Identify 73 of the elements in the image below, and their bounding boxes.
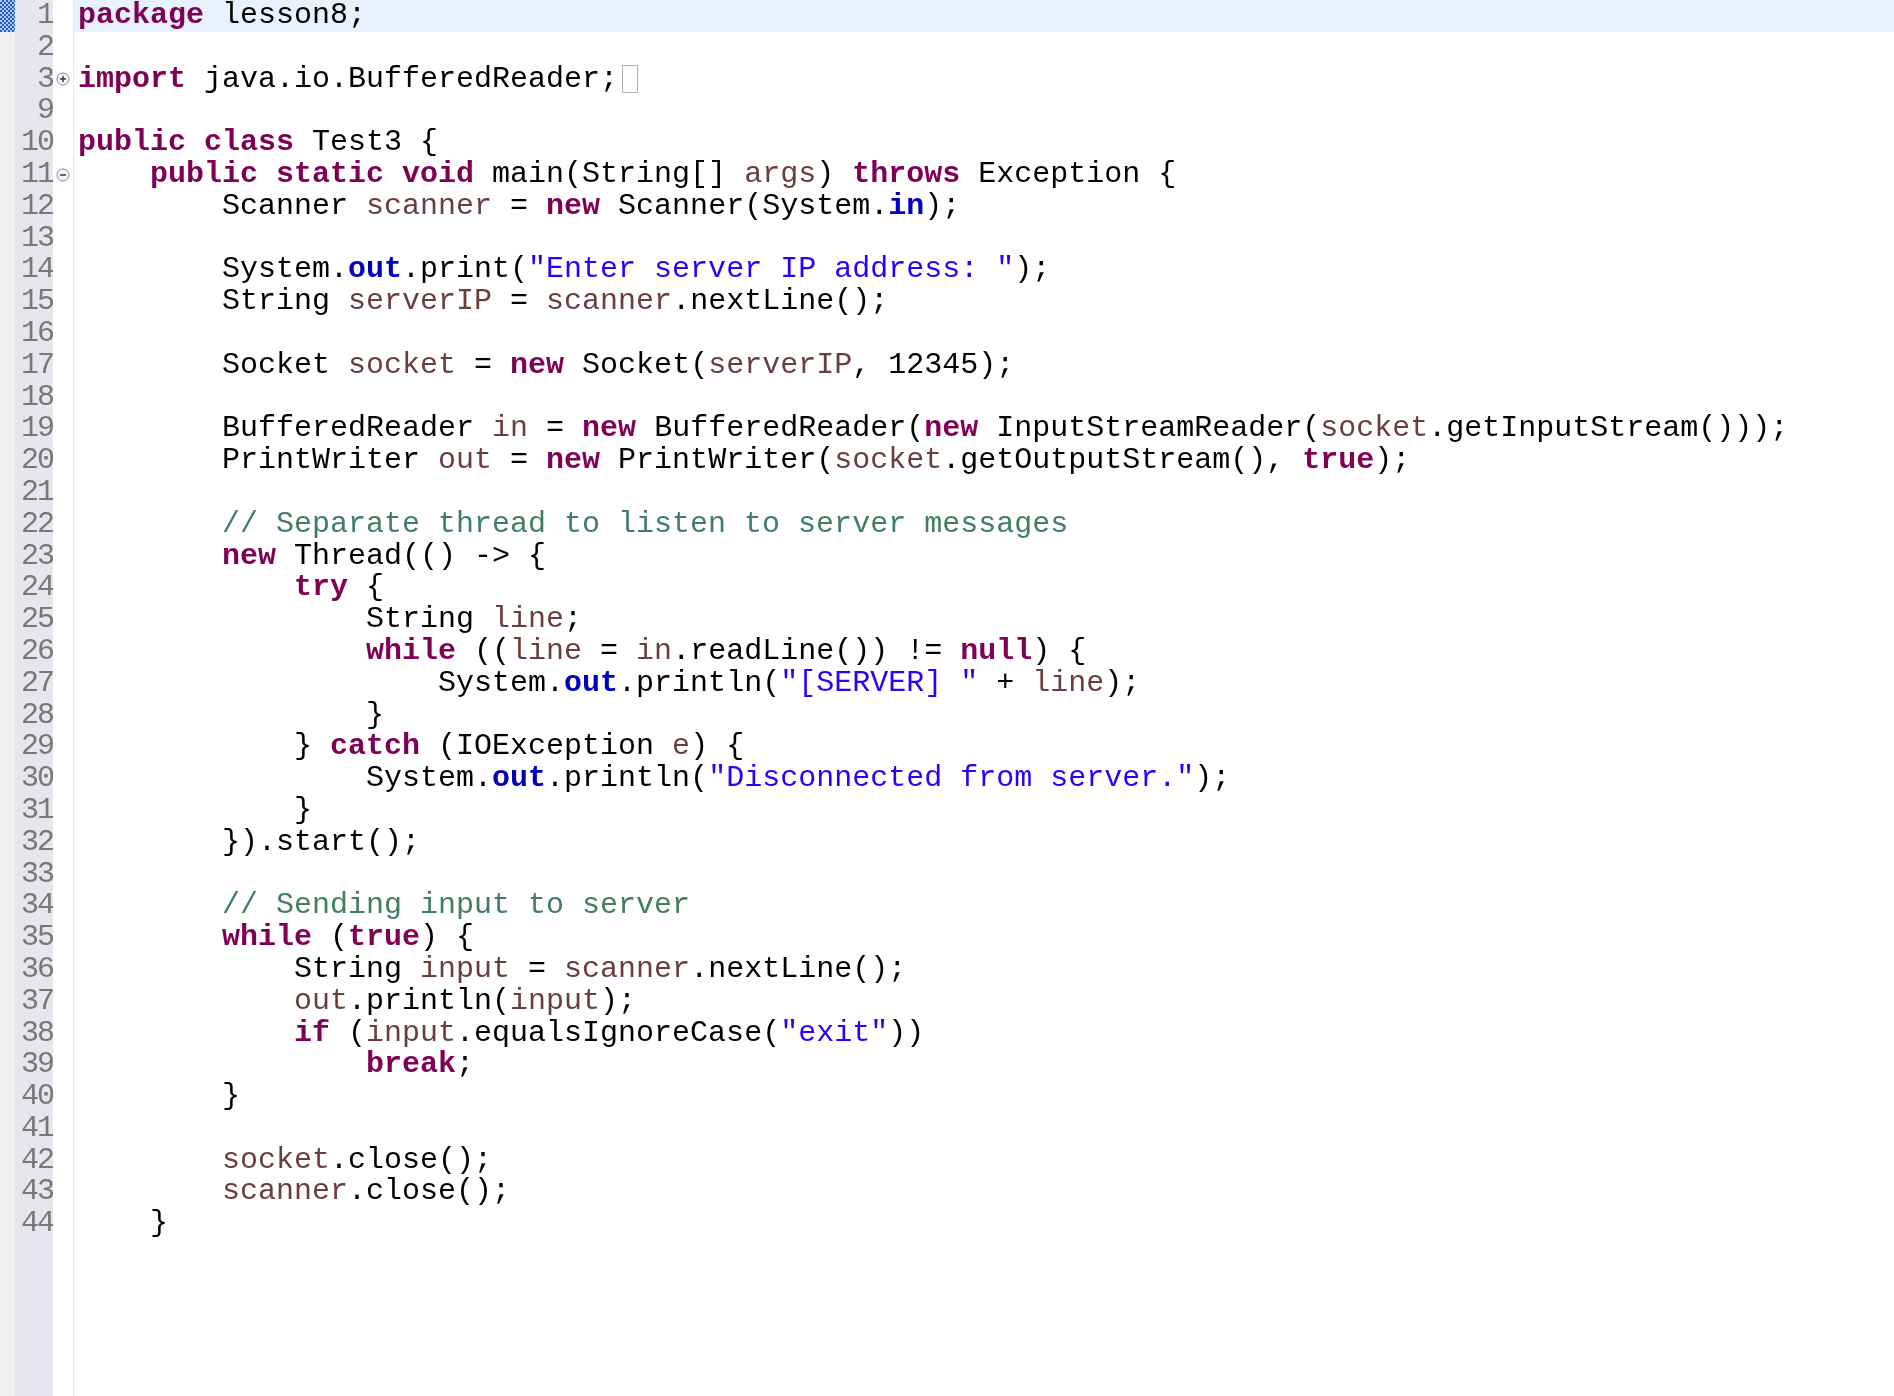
code-line: }).start(); <box>221 826 422 859</box>
line-number: 29 <box>20 731 53 764</box>
line-number: 41 <box>20 1112 53 1145</box>
ruler-marker <box>0 0 15 32</box>
line-number: 1 <box>36 0 53 32</box>
line-number: 32 <box>20 826 53 859</box>
code-line: } <box>149 1208 169 1241</box>
code-line: } <box>293 794 314 827</box>
code-line: PrintWriter out = new PrintWriter(socket.getOutputStream(), true); <box>221 445 1412 477</box>
line-number: 33 <box>20 858 53 891</box>
line-number: 28 <box>20 699 53 732</box>
code-line: while ((line = in.readLine()) != null) { <box>365 635 1088 668</box>
line-number: 38 <box>20 1017 53 1050</box>
code-line: if (input.equalsIgnoreCase("exit")) <box>293 1017 926 1050</box>
code-line: String line; <box>365 604 584 636</box>
code-line: break; <box>365 1049 476 1082</box>
code-line: Scanner scanner = new Scanner(System.in); <box>221 190 962 223</box>
line-number: 22 <box>20 508 53 541</box>
code-line: System.out.println("Disconnected from server."); <box>365 763 1232 795</box>
code-line: String input = scanner.nextLine(); <box>293 953 908 986</box>
line-number: 15 <box>20 286 53 318</box>
line-number: 3 <box>36 63 53 96</box>
code-line: try { <box>293 572 386 605</box>
code-line: System.out.print("Enter server IP address: "); <box>221 254 1052 287</box>
line-number: 2 <box>36 31 53 64</box>
line-number: 40 <box>20 1081 53 1113</box>
code-line: // Sending input to server <box>221 890 692 923</box>
line-number: 14 <box>20 254 53 287</box>
line-number: 37 <box>20 985 53 1018</box>
line-number: 11 <box>20 159 53 191</box>
line-number: 21 <box>20 476 53 509</box>
code-line: // Separate thread to listen to server messages <box>221 508 1070 541</box>
line-number: 9 <box>36 95 53 128</box>
line-number: 25 <box>20 604 53 636</box>
line-number: 27 <box>20 667 53 700</box>
line-number: 42 <box>20 1144 53 1177</box>
code-line: while (true) { <box>221 922 476 954</box>
line-number: 17 <box>20 349 53 382</box>
line-number: 36 <box>20 953 53 986</box>
line-number: 12 <box>20 190 53 223</box>
code-line: socket.close(); <box>221 1144 494 1177</box>
code-line: } <box>365 699 386 732</box>
line-number: 18 <box>20 381 53 414</box>
line-number: 39 <box>20 1049 53 1082</box>
collapse-icon[interactable] <box>56 167 70 182</box>
code-line: Socket socket = new Socket(serverIP, 12345); <box>221 349 1016 382</box>
line-number: 34 <box>20 890 53 923</box>
line-number: 24 <box>20 572 53 605</box>
line-number: 20 <box>20 445 53 477</box>
line-number: 10 <box>20 127 53 159</box>
code-line: BufferedReader in = new BufferedReader(new InputStreamReader(socket.getInputStream())); <box>221 413 1790 446</box>
code-line: import java.io.BufferedReader; <box>74 63 1894 96</box>
code-line: public static void main(String[] args) throws Exception { <box>149 159 1178 191</box>
code-line: new Thread(() -> { <box>221 540 548 573</box>
code-line: public class Test3 { <box>77 127 440 159</box>
code-line: System.out.println("[SERVER] " + line); <box>437 667 1142 700</box>
folded-code-marker[interactable] <box>622 64 639 93</box>
line-number: 26 <box>20 635 53 668</box>
line-number: 23 <box>20 540 53 573</box>
code-line: scanner.close(); <box>221 1176 512 1209</box>
line-number: 16 <box>20 317 53 350</box>
line-number: 30 <box>20 763 53 795</box>
code-line: } <box>221 1081 242 1113</box>
line-number: 31 <box>20 794 53 827</box>
line-number: 43 <box>20 1176 53 1209</box>
code-line: out.println(input); <box>293 985 638 1018</box>
line-number: 19 <box>20 413 53 446</box>
line-number: 44 <box>20 1208 53 1241</box>
line-number: 13 <box>20 222 53 255</box>
code-line: } catch (IOException e) { <box>293 731 746 764</box>
code-line: String serverIP = scanner.nextLine(); <box>221 286 890 318</box>
expand-icon[interactable] <box>56 72 70 87</box>
line-number: 35 <box>20 922 53 954</box>
